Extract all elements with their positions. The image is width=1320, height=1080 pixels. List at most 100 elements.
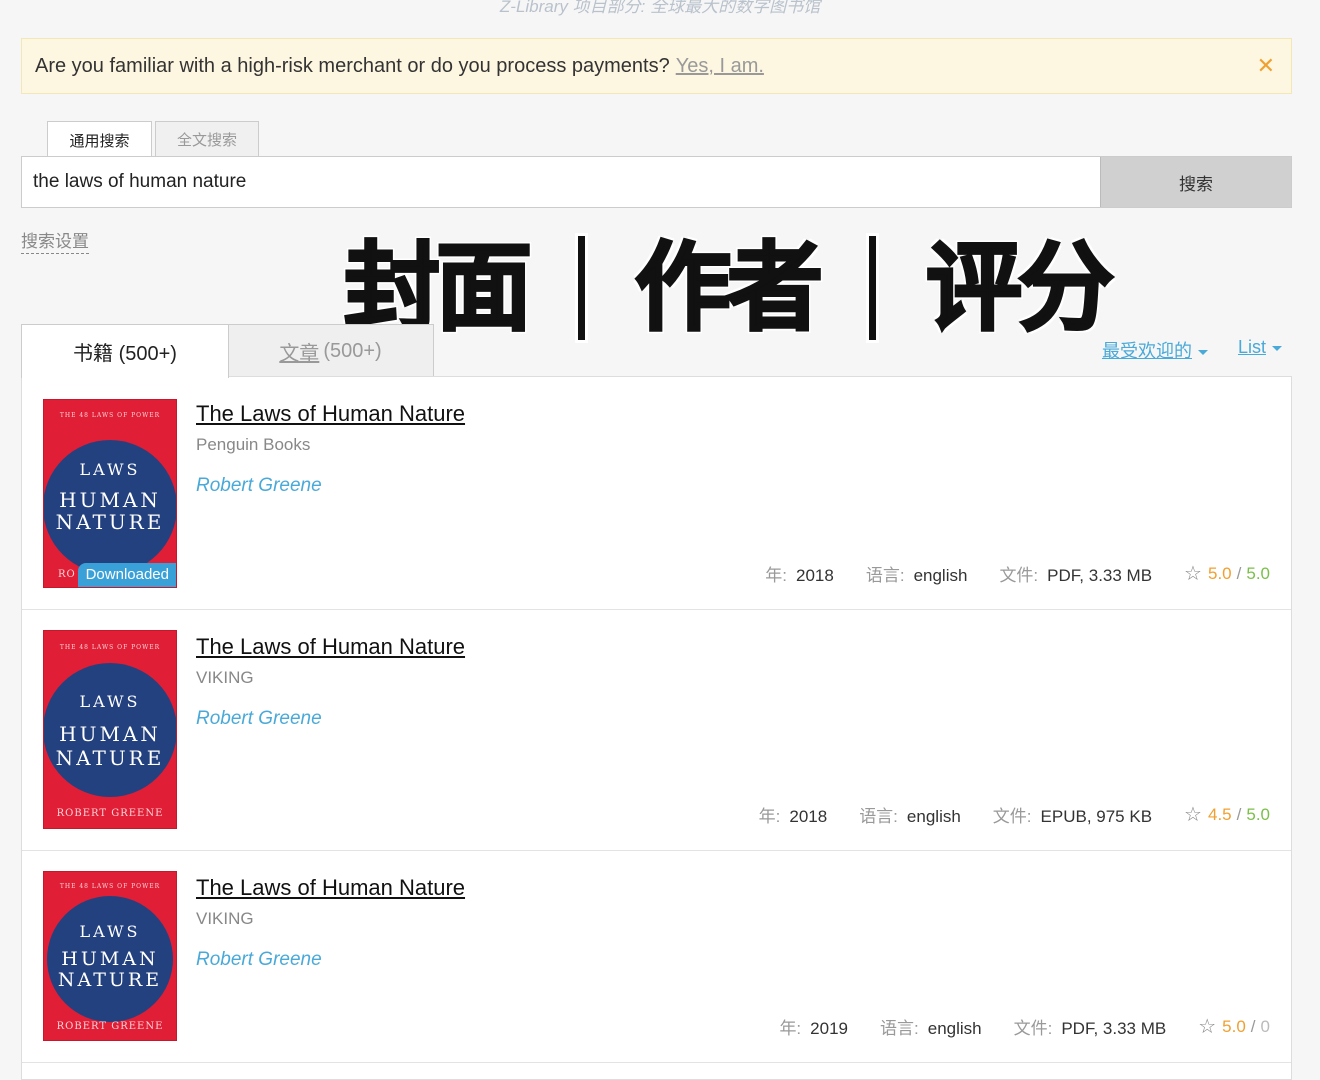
year-label: 年: xyxy=(765,566,787,585)
year-field: 年: 2018 xyxy=(759,802,828,827)
cover-line-2: HUMAN xyxy=(61,948,159,970)
tab-general-search[interactable]: 通用搜索 xyxy=(47,121,152,158)
overlay-divider xyxy=(578,236,585,340)
language-label: 语言: xyxy=(865,566,905,585)
book-publisher: VIKING xyxy=(196,909,254,928)
sort-label: 最受欢迎的 xyxy=(1101,341,1192,361)
overlay-divider xyxy=(869,236,876,340)
cover-top-text: THE 48 LAWS OF POWER xyxy=(59,644,161,651)
cover-line-1: LAWS xyxy=(79,460,141,479)
overlay-word-rating: 评分 xyxy=(925,232,1116,344)
cover-line-3: NATURE xyxy=(57,969,163,991)
cover-bottom-text: ROBERT GREENE xyxy=(56,808,164,819)
year-field: 年: 2018 xyxy=(765,561,834,586)
language-field: 语言: english xyxy=(880,1014,982,1039)
file-label: 文件: xyxy=(992,807,1032,826)
close-icon[interactable]: ✕ xyxy=(1257,53,1275,79)
results-list: THE 48 LAWS OF POWER LAWS HUMAN NATURE R… xyxy=(21,376,1292,1080)
language-label: 语言: xyxy=(859,807,898,826)
language-field: 语言: english xyxy=(866,561,968,586)
chevron-down-icon xyxy=(1197,349,1208,355)
file-field: 文件: PDF, 3.33 MB xyxy=(999,561,1152,586)
language-value: english xyxy=(913,566,968,585)
view-dropdown[interactable]: List xyxy=(1238,337,1282,363)
promo-banner: Are you familiar with a high-risk mercha… xyxy=(21,38,1292,94)
book-cover[interactable]: THE 48 LAWS OF POWER LAWS HUMAN NATURE R… xyxy=(43,630,177,829)
search-button[interactable]: 搜索 xyxy=(1100,157,1291,207)
cover-top-text: THE 48 LAWS OF POWER xyxy=(59,883,161,890)
tab-books[interactable]: 书籍 (500+) xyxy=(21,324,229,378)
cover-bottom-text: ROBERT GREENE xyxy=(56,1021,164,1032)
book-title[interactable]: The Laws of Human Nature xyxy=(196,634,465,660)
book-publisher: Penguin Books xyxy=(196,435,311,454)
file-value: PDF, 3.33 MB xyxy=(1061,1019,1167,1038)
rating-separator: / xyxy=(1250,1016,1256,1036)
cover-line-2: HUMAN xyxy=(59,488,161,512)
language-value: english xyxy=(927,1019,982,1038)
cover-line-1: LAWS xyxy=(79,692,141,711)
language-field: 语言: english xyxy=(859,802,961,827)
star-icon: ☆ xyxy=(1198,1016,1217,1038)
overlay-word-cover: 封面 xyxy=(343,232,534,344)
year-label: 年: xyxy=(779,1019,802,1038)
star-icon: ☆ xyxy=(1184,563,1202,585)
cover-top-text: THE 48 LAWS OF POWER xyxy=(59,412,161,419)
rating-separator: / xyxy=(1236,563,1242,583)
articles-count: (500+) xyxy=(323,339,382,362)
book-meta: 年: 2018 语言: english 文件: PDF, 3.33 MB ☆ 5.0 … xyxy=(765,561,1270,586)
year-field: 年: 2019 xyxy=(779,1014,848,1039)
rating-value: 5.0 xyxy=(1222,1016,1246,1036)
file-value: PDF, 3.33 MB xyxy=(1047,566,1153,585)
chevron-down-icon xyxy=(1272,345,1282,351)
search-bar: 搜索 xyxy=(21,156,1292,208)
articles-link[interactable]: 文章 xyxy=(279,337,319,366)
overlay-word-author: 作者 xyxy=(634,232,825,344)
year-value: 2018 xyxy=(789,807,828,826)
list-item: THE 48 LAWS OF POWER LAWS HUMAN NATURE R… xyxy=(22,610,1291,851)
file-value: EPUB, 975 KB xyxy=(1040,807,1153,826)
sort-dropdown[interactable]: 最受欢迎的 xyxy=(1102,337,1208,363)
book-author[interactable]: Robert Greene xyxy=(196,708,322,730)
downloaded-badge: Downloaded xyxy=(77,563,176,587)
banner-link[interactable]: Yes, I am. xyxy=(676,55,764,78)
language-label: 语言: xyxy=(880,1019,919,1038)
book-meta: 年: 2018 语言: english 文件: EPUB, 975 KB ☆ 4.5 … xyxy=(759,802,1270,827)
sort-controls: 最受欢迎的 List xyxy=(1102,337,1282,363)
overlay-caption: 封面 作者 评分 xyxy=(343,232,1116,344)
book-title[interactable]: The Laws of Human Nature xyxy=(196,401,465,427)
year-value: 2019 xyxy=(810,1019,848,1038)
search-settings-link[interactable]: 搜索设置 xyxy=(21,227,89,254)
rating-separator: / xyxy=(1236,804,1242,824)
cover-line-1: LAWS xyxy=(79,922,141,941)
banner-text: Are you familiar with a high-risk mercha… xyxy=(35,54,670,77)
book-cover[interactable]: THE 48 LAWS OF POWER LAWS HUMAN NATURE R… xyxy=(43,871,177,1041)
quality-value: 5.0 xyxy=(1246,804,1270,824)
star-icon: ☆ xyxy=(1184,804,1202,826)
list-item: THE 48 LAWS OF POWER LAWS HUMAN NATURE R… xyxy=(22,377,1291,610)
list-item: THE 48 LAWS OF POWER LAWS HUMAN NATURE R… xyxy=(22,851,1291,1063)
file-label: 文件: xyxy=(999,566,1039,585)
view-label: List xyxy=(1237,337,1266,357)
file-label: 文件: xyxy=(1013,1019,1053,1038)
quality-value: 5.0 xyxy=(1246,563,1270,583)
year-value: 2018 xyxy=(796,566,834,585)
file-field: 文件: EPUB, 975 KB xyxy=(993,802,1152,827)
cover-line-3: NATURE xyxy=(55,510,165,534)
search-tabs: 通用搜索 全文搜索 xyxy=(47,121,262,158)
book-publisher: VIKING xyxy=(196,668,254,687)
year-label: 年: xyxy=(758,807,781,826)
book-author[interactable]: Robert Greene xyxy=(196,475,322,497)
quality-value: 0 xyxy=(1260,1016,1270,1036)
tab-articles[interactable]: 文章 (500+) xyxy=(227,324,434,377)
search-input[interactable] xyxy=(22,157,1100,207)
book-author[interactable]: Robert Greene xyxy=(196,949,322,971)
book-meta: 年: 2019 语言: english 文件: PDF, 3.33 MB ☆ 5.0 … xyxy=(779,1014,1270,1039)
file-field: 文件: PDF, 3.33 MB xyxy=(1014,1014,1167,1039)
language-value: english xyxy=(906,807,961,826)
cover-line-3: NATURE xyxy=(55,746,165,770)
book-title[interactable]: The Laws of Human Nature xyxy=(196,875,465,901)
rating-value: 5.0 xyxy=(1207,563,1232,583)
site-tagline: Z-Library 项目部分: 全球最大的数字图书馆 xyxy=(499,0,821,16)
book-cover[interactable]: THE 48 LAWS OF POWER LAWS HUMAN NATURE R… xyxy=(43,399,177,588)
tab-fulltext-search[interactable]: 全文搜索 xyxy=(155,121,259,157)
